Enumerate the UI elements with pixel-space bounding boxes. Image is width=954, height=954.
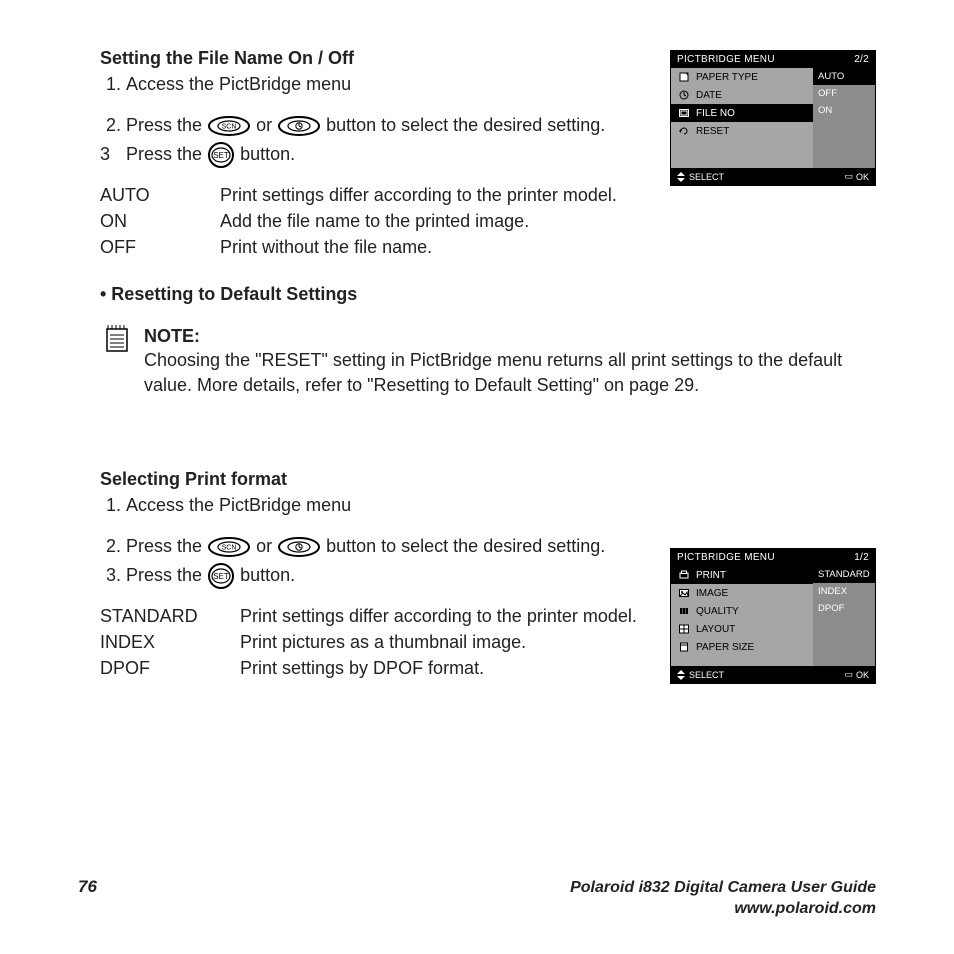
lcd-option: STANDARD xyxy=(813,566,875,583)
date-icon xyxy=(677,89,691,101)
pictbridge-menu-lcd-file-no: PICTBRIDGE MENU 2/2 PAPER TYPE DATE FILE N… xyxy=(670,50,876,186)
lcd-title: PICTBRIDGE MENU xyxy=(677,54,775,65)
set-mini-icon: ▭ xyxy=(844,669,853,680)
guide-title: Polaroid i832 Digital Camera User Guide xyxy=(570,879,876,896)
definition-row: ONAdd the file name to the printed image… xyxy=(100,209,874,233)
scn-button-icon: SCN xyxy=(207,115,251,137)
lcd-ok-label: OK xyxy=(856,172,869,182)
definition-term: STANDARD xyxy=(100,604,240,628)
definition-term: AUTO xyxy=(100,183,220,207)
lcd-menu-item: LAYOUT xyxy=(671,620,813,638)
pictbridge-menu-lcd-print: PICTBRIDGE MENU 1/2 PRINT IMAGE QUALITY LAY… xyxy=(670,548,876,684)
updown-arrows-icon xyxy=(677,670,685,680)
definition-desc: Print settings differ according to the p… xyxy=(240,604,637,628)
definition-desc: Print without the file name. xyxy=(220,235,432,259)
lcd-option: AUTO xyxy=(813,68,875,85)
lcd-menu-item: RESET xyxy=(671,122,813,140)
image-icon xyxy=(677,587,691,599)
lcd-menu-label: QUALITY xyxy=(696,606,739,617)
lcd-page: 1/2 xyxy=(854,552,869,563)
lcd-menu-label: DATE xyxy=(696,90,722,101)
note-body: Choosing the "RESET" setting in PictBrid… xyxy=(144,350,842,394)
lcd-menu-item: PAPER TYPE xyxy=(671,68,813,86)
lcd-title: PICTBRIDGE MENU xyxy=(677,552,775,563)
print-icon xyxy=(677,569,691,581)
lcd-menu-label: PAPER SIZE xyxy=(696,642,754,653)
lcd-menu-item: PAPER SIZE xyxy=(671,638,813,656)
guide-url: www.polaroid.com xyxy=(734,900,876,917)
lcd-option: ON xyxy=(813,102,875,119)
note-block: NOTE: Choosing the "RESET" setting in Pi… xyxy=(100,324,874,397)
definition-desc: Print settings differ according to the p… xyxy=(220,183,617,207)
lcd-menu-item: PRINT xyxy=(671,566,813,584)
definition-row: OFFPrint without the file name. xyxy=(100,235,874,259)
lcd-menu-item: QUALITY xyxy=(671,602,813,620)
set-button-icon: SET xyxy=(207,141,235,169)
notepad-icon xyxy=(104,324,130,354)
reset-icon xyxy=(677,125,691,137)
lcd-menu-label: LAYOUT xyxy=(696,624,735,635)
definition-row: AUTOPrint settings differ according to t… xyxy=(100,183,874,207)
definition-term: DPOF xyxy=(100,656,240,680)
svg-text:SCN: SCN xyxy=(222,544,237,551)
paper-icon xyxy=(677,71,691,83)
lcd-page: 2/2 xyxy=(854,54,869,65)
lcd-menu-label: PRINT xyxy=(696,570,726,581)
timer-button-icon xyxy=(277,536,321,558)
lcd-menu-label: RESET xyxy=(696,126,729,137)
section-heading-reset: • Resetting to Default Settings xyxy=(100,282,874,306)
lcd-ok-label: OK xyxy=(856,670,869,680)
definitions-file-name: AUTOPrint settings differ according to t… xyxy=(100,183,874,260)
lcd-select-label: SELECT xyxy=(689,670,724,680)
updown-arrows-icon xyxy=(677,172,685,182)
lcd-option: INDEX xyxy=(813,583,875,600)
definition-desc: Print pictures as a thumbnail image. xyxy=(240,630,526,654)
fileno-icon xyxy=(677,107,691,119)
svg-text:SET: SET xyxy=(213,572,229,581)
definition-term: INDEX xyxy=(100,630,240,654)
lcd-menu-label: PAPER TYPE xyxy=(696,72,758,83)
lcd-select-label: SELECT xyxy=(689,172,724,182)
definition-term: OFF xyxy=(100,235,220,259)
lcd-menu-item: FILE NO xyxy=(671,104,813,122)
lcd-menu-item: IMAGE xyxy=(671,584,813,602)
section-heading-print-format: Selecting Print format xyxy=(100,467,874,491)
quality-icon xyxy=(677,605,691,617)
step-1: Access the PictBridge menu xyxy=(126,493,874,517)
note-label: NOTE: xyxy=(144,324,874,348)
lcd-menu-item: DATE xyxy=(671,86,813,104)
definition-desc: Add the file name to the printed image. xyxy=(220,209,529,233)
svg-text:SET: SET xyxy=(213,151,229,160)
lcd-menu-label: FILE NO xyxy=(696,108,735,119)
timer-button-icon xyxy=(277,115,321,137)
lcd-option: OFF xyxy=(813,85,875,102)
scn-button-icon: SCN xyxy=(207,536,251,558)
page-number: 76 xyxy=(78,877,97,897)
set-mini-icon: ▭ xyxy=(844,171,853,182)
definition-desc: Print settings by DPOF format. xyxy=(240,656,484,680)
page-footer: 76 Polaroid i832 Digital Camera User Gui… xyxy=(0,877,954,920)
lcd-menu-label: IMAGE xyxy=(696,588,728,599)
set-button-icon: SET xyxy=(207,562,235,590)
layout-icon xyxy=(677,623,691,635)
svg-text:SCN: SCN xyxy=(222,123,237,130)
definition-term: ON xyxy=(100,209,220,233)
lcd-option: DPOF xyxy=(813,600,875,617)
papersize-icon xyxy=(677,641,691,653)
